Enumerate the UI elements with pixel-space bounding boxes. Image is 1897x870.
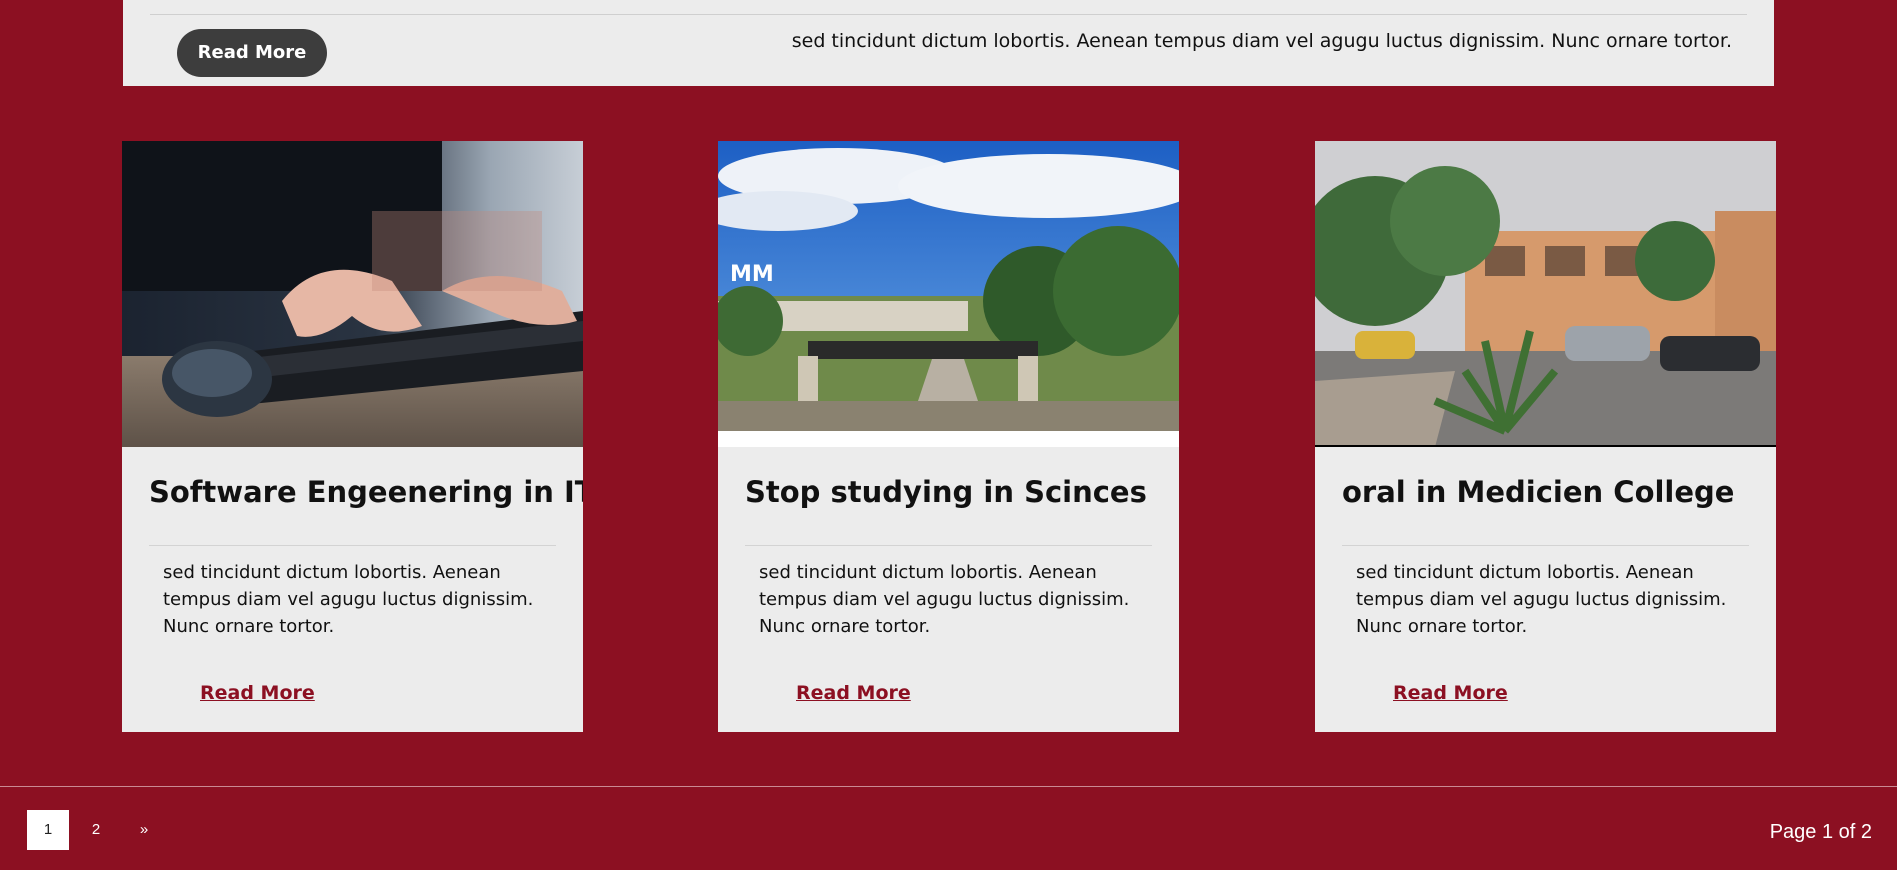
card-divider bbox=[745, 545, 1152, 546]
footer-divider bbox=[0, 786, 1897, 787]
card-divider bbox=[149, 545, 556, 546]
read-more-button[interactable]: Read More bbox=[177, 29, 327, 77]
post-image-typing[interactable] bbox=[122, 141, 583, 447]
post-excerpt: sed tincidunt dictum lobortis. Aenean te… bbox=[791, 30, 1732, 52]
card-excerpt: sed tincidunt dictum lobortis. Aenean te… bbox=[163, 562, 534, 637]
page-link-2[interactable]: 2 bbox=[75, 810, 117, 850]
read-more-link[interactable]: Read More bbox=[200, 682, 315, 704]
read-more-link[interactable]: Read More bbox=[1393, 682, 1508, 704]
card-excerpt: sed tincidunt dictum lobortis. Aenean te… bbox=[759, 562, 1130, 637]
post-card: Software Engeenering in IT sed tincidunt… bbox=[122, 141, 583, 732]
read-more-link[interactable]: Read More bbox=[796, 682, 911, 704]
card-excerpt: sed tincidunt dictum lobortis. Aenean te… bbox=[1356, 562, 1727, 637]
post-card: oral in Medicien College sed tincidunt d… bbox=[1315, 141, 1776, 732]
card-title: oral in Medicien College bbox=[1342, 475, 1735, 509]
top-post-panel: Read More sed tincidunt dictum lobortis.… bbox=[123, 0, 1774, 86]
page-link-1[interactable]: 1 bbox=[27, 810, 69, 850]
page-count-label: Page 1 of 2 bbox=[1769, 821, 1872, 843]
post-card: MM Stop studying in Scinces sed tincidun… bbox=[718, 141, 1179, 732]
card-title: Stop studying in Scinces bbox=[745, 475, 1147, 509]
post-image-college-street[interactable] bbox=[1315, 141, 1776, 447]
card-divider bbox=[1342, 545, 1749, 546]
top-divider bbox=[150, 14, 1747, 15]
next-page-link[interactable]: » bbox=[123, 810, 165, 850]
pagination: 1 2 » bbox=[27, 810, 171, 850]
svg-text:MM: MM bbox=[730, 262, 774, 287]
card-title: Software Engeenering in IT bbox=[149, 475, 583, 509]
post-image-campus[interactable]: MM bbox=[718, 141, 1179, 447]
